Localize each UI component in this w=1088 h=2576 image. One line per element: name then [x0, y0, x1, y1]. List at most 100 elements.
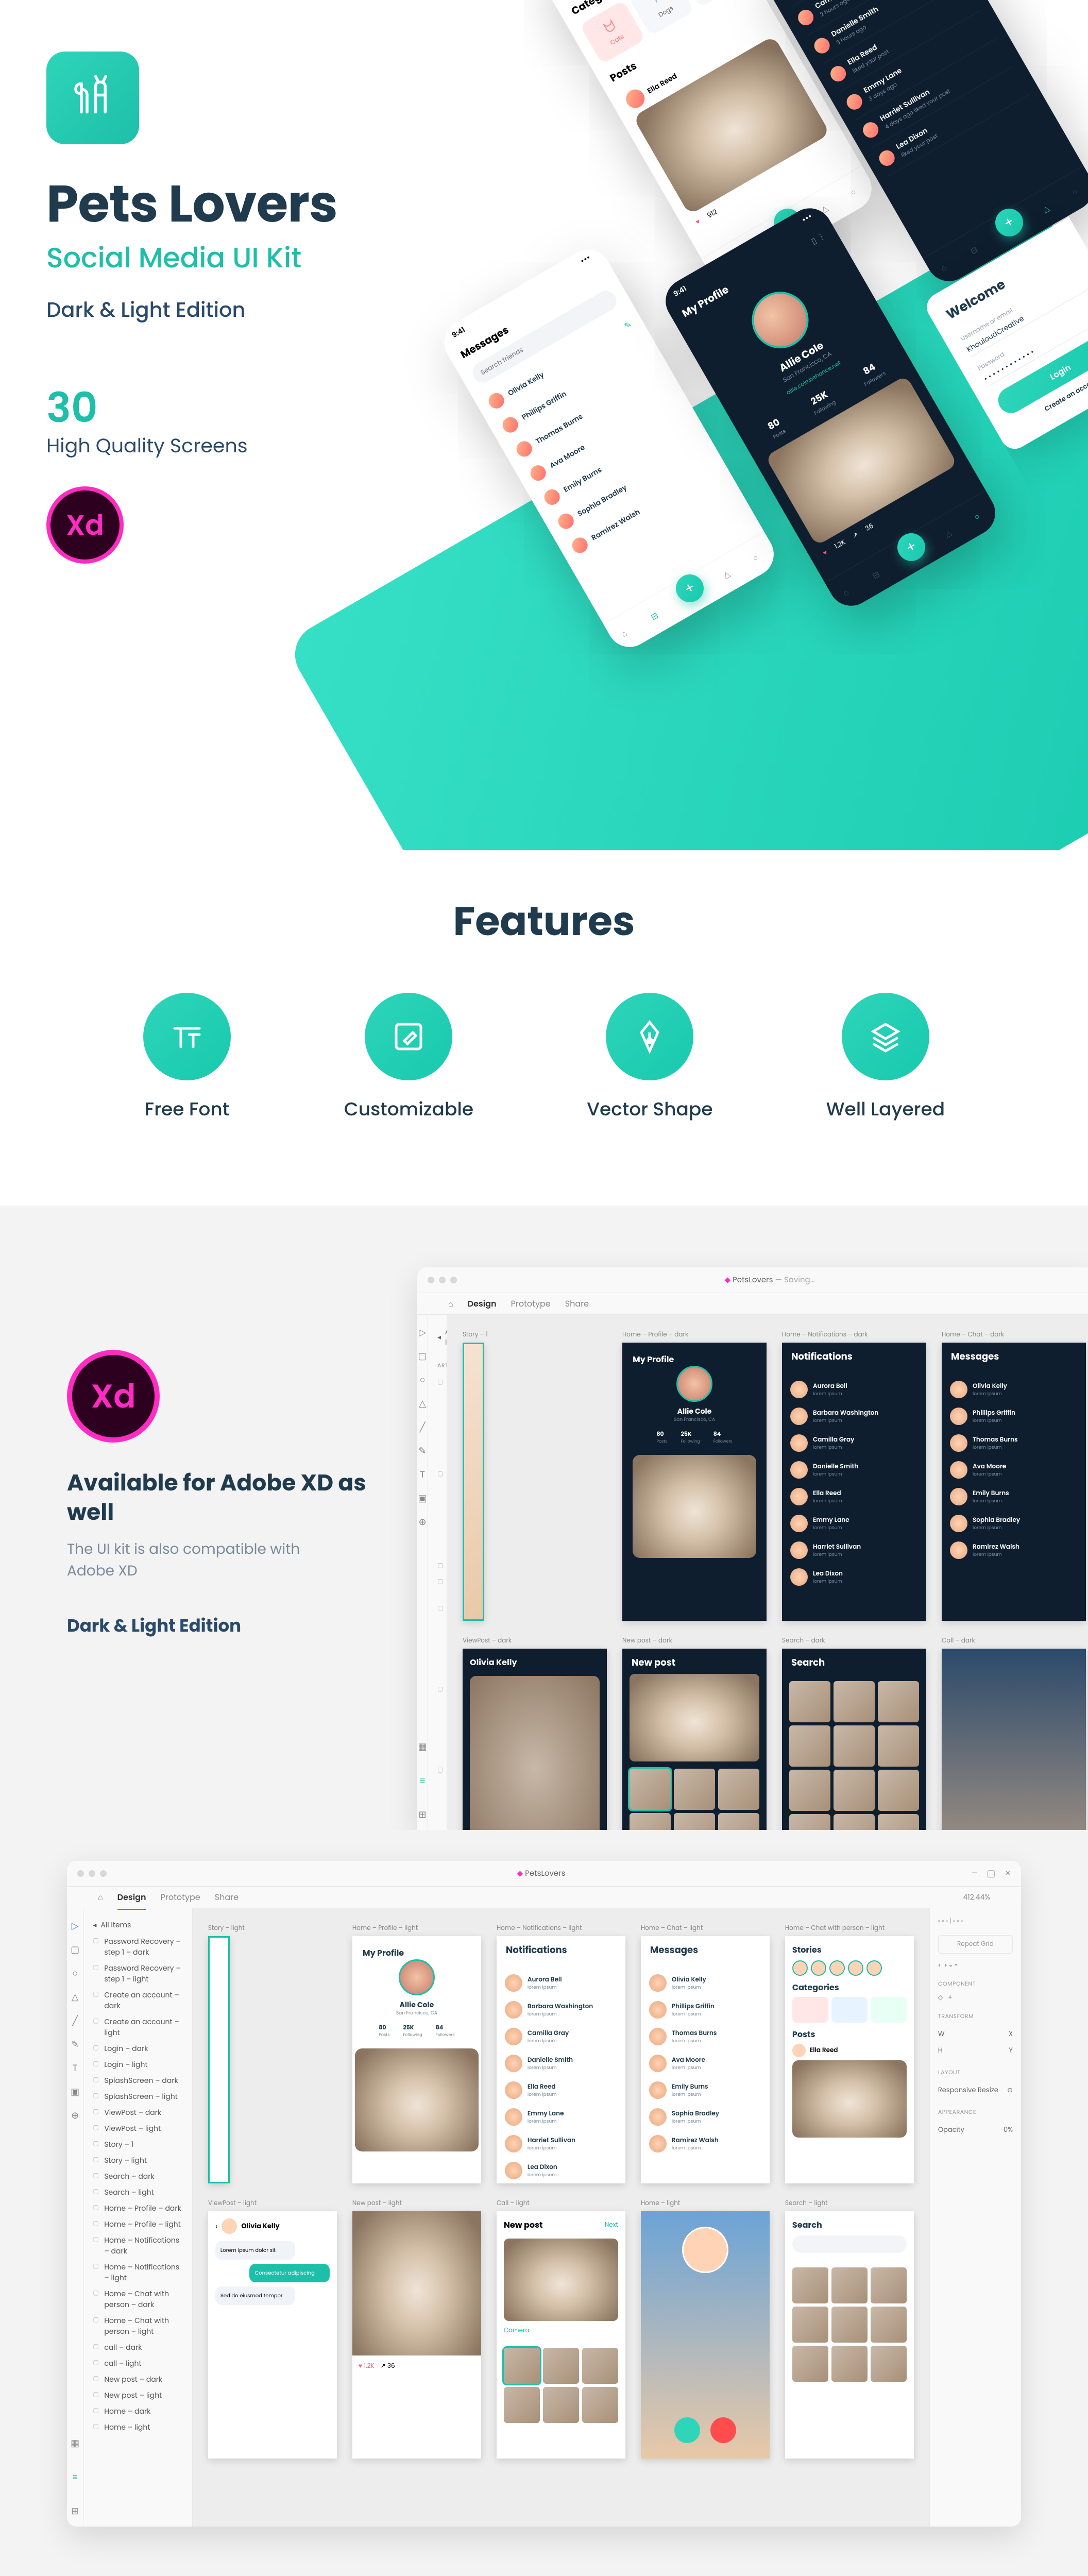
artboard-item[interactable]: Home – light: [93, 2419, 183, 2435]
traffic-light-min[interactable]: [89, 1870, 95, 1877]
artboard-item[interactable]: Pets Lovers: [437, 1574, 447, 1601]
artboard-item[interactable]: Home – Notifications – light: [93, 2259, 183, 2286]
artboard-item[interactable]: call – dark: [93, 2340, 183, 2355]
line-tool-icon[interactable]: ╱: [70, 2015, 80, 2026]
text-tool-icon[interactable]: T: [70, 2063, 80, 2073]
plugins-icon[interactable]: ⊞: [70, 2506, 80, 2516]
artboard-item[interactable]: Available for Adobe XD as well – 1: [437, 1467, 447, 1558]
artboard-notifications-dark[interactable]: NotificationsAurora Belllorem ipsumBarba…: [782, 1343, 926, 1621]
artboard-item[interactable]: New post – dark: [93, 2371, 183, 2387]
line-tool-icon[interactable]: ╱: [417, 1422, 428, 1432]
tab-prototype[interactable]: Prototype: [161, 1891, 200, 1904]
mini-contact-row[interactable]: Ramirez Walshlorem ipsum: [950, 1537, 1078, 1564]
canvas[interactable]: Story – lightHome – Profile – lightMy Pr…: [193, 1908, 929, 2527]
mini-contact-row[interactable]: Camilla Graylorem ipsum: [790, 1430, 918, 1456]
artboard-item[interactable]: Home – Chat with person – light: [93, 2313, 183, 2340]
artboard-chat-dark[interactable]: MessagesOlivia Kellylorem ipsumPhillips …: [942, 1343, 1086, 1621]
pen-tool-icon[interactable]: ✎: [417, 1446, 428, 1456]
artboard-chat-light[interactable]: MessagesOlivia Kellylorem ipsumPhillips …: [641, 1936, 770, 2183]
mini-contact-row[interactable]: Ramirez Walshlorem ipsum: [649, 2130, 761, 2157]
artboard-item[interactable]: Create an account – light: [93, 2014, 183, 2041]
fab-add[interactable]: +: [671, 569, 709, 607]
layers-icon[interactable]: ≡: [70, 2472, 80, 2482]
artboard-item[interactable]: Password Recovery – step 1 – light: [93, 1960, 183, 1987]
artboard-item[interactable]: ViewPost – dark: [93, 2105, 183, 2121]
mini-contact-row[interactable]: Barbara Washingtonlorem ipsum: [505, 1996, 617, 2023]
artboard-item[interactable]: Create an account – dark: [93, 1987, 183, 2014]
mini-contact-row[interactable]: Emmy Lanelorem ipsum: [505, 2104, 617, 2130]
artboard-viewpost-dark[interactable]: Olivia Kelly: [463, 1649, 607, 1830]
mini-contact-row[interactable]: Thomas Burnslorem ipsum: [950, 1430, 1078, 1456]
tab-design[interactable]: Design: [468, 1297, 497, 1316]
traffic-light-max[interactable]: [100, 1870, 107, 1877]
panel-filter[interactable]: All Items: [100, 1920, 131, 1930]
nav-chat-icon[interactable]: ⊟: [648, 606, 665, 623]
assets-icon[interactable]: ▦: [70, 2438, 80, 2448]
artboard-item[interactable]: New post – light: [93, 2387, 183, 2403]
zoom-tool-icon[interactable]: ⊕: [417, 1517, 428, 1527]
polygon-tool-icon[interactable]: △: [417, 1398, 428, 1409]
artboard-item[interactable]: SplashScreen – light: [93, 2089, 183, 2105]
ellipse-tool-icon[interactable]: ○: [417, 1375, 428, 1385]
artboard-item[interactable]: Home – Chat with person – dark: [93, 2286, 183, 2313]
mini-contact-row[interactable]: Aurora Belllorem ipsum: [505, 1970, 617, 1996]
artboard-item[interactable]: Password Recovery – step 1 – dark: [93, 1934, 183, 1960]
artboard-item[interactable]: Search – light: [93, 2184, 183, 2200]
text-tool-icon[interactable]: T: [417, 1469, 428, 1480]
win-max-icon[interactable]: ▢: [987, 1867, 995, 1880]
boolean-ops[interactable]: ◐ ◑ ◒ ◓: [938, 1961, 1013, 1970]
traffic-light-close[interactable]: [428, 1277, 434, 1283]
artboard-story[interactable]: [463, 1343, 484, 1621]
artboard-viewpost-light[interactable]: ♥ 1.2K↗ 36: [352, 2211, 481, 2459]
tab-prototype[interactable]: Prototype: [511, 1297, 551, 1310]
artboard-item[interactable]: Home – Profile – light: [93, 2216, 183, 2232]
tab-design[interactable]: Design: [117, 1891, 146, 1910]
mini-contact-row[interactable]: Emily Burnslorem ipsum: [649, 2077, 761, 2104]
mini-contact-row[interactable]: Thomas Burnslorem ipsum: [649, 2023, 761, 2050]
mini-contact-row[interactable]: Lea Dixonlorem ipsum: [790, 1564, 918, 1590]
pen-tool-icon[interactable]: ✎: [70, 2039, 80, 2049]
artboard-item[interactable]: Password Recovery – step 1 – dark: [437, 1763, 447, 1830]
tab-share[interactable]: Share: [215, 1891, 239, 1904]
artboard-tool-icon[interactable]: ▣: [417, 1493, 428, 1503]
mini-contact-row[interactable]: Olivia Kellylorem ipsum: [649, 1970, 761, 1996]
canvas[interactable]: Story – 1Home – Profile – darkMy Profile…: [447, 1315, 1088, 1830]
traffic-light-max[interactable]: [450, 1277, 457, 1283]
align-icons[interactable]: ▫ ▫ ▫ | ▫ ▫ ▫: [938, 1917, 1013, 1926]
artboard-item[interactable]: Home – Notifications – dark: [93, 2232, 183, 2259]
mini-contact-row[interactable]: Sophia Bradleylorem ipsum: [649, 2104, 761, 2130]
mini-contact-row[interactable]: Emily Burnslorem ipsum: [950, 1483, 1078, 1510]
artboard-item[interactable]: call – light: [93, 2355, 183, 2371]
artboard-home-light[interactable]: StoriesCategoriesPostsElla Reed: [785, 1936, 914, 2183]
mini-contact-row[interactable]: Emmy Lanelorem ipsum: [790, 1510, 918, 1537]
artboard-item[interactable]: Password Recovery – step 2 – dark: [437, 1682, 447, 1763]
win-min-icon[interactable]: –: [971, 1867, 977, 1880]
layers-icon[interactable]: ≡: [417, 1775, 428, 1786]
assets-icon[interactable]: ▦: [417, 1741, 428, 1752]
artboard-item[interactable]: Login – light: [93, 2057, 183, 2073]
mini-contact-row[interactable]: Ava Moorelorem ipsum: [950, 1456, 1078, 1483]
traffic-light-close[interactable]: [77, 1870, 84, 1877]
artboard-profile-dark[interactable]: My ProfileAllie ColeSan Francisco, CA80P…: [622, 1343, 767, 1621]
artboard-newpost-light[interactable]: New postNextCamera: [497, 2211, 625, 2459]
select-tool-icon[interactable]: ▷: [417, 1327, 428, 1337]
ellipse-tool-icon[interactable]: ○: [70, 1968, 80, 1978]
responsive-toggle[interactable]: Responsive Resize: [938, 2085, 998, 2095]
mini-contact-row[interactable]: Sophia Bradleylorem ipsum: [950, 1510, 1078, 1537]
artboard-profile-light[interactable]: My ProfileAllie ColeSan Francisco, CA80P…: [352, 1936, 481, 2183]
nav-bell-icon[interactable]: △: [721, 564, 738, 581]
mini-contact-row[interactable]: Olivia Kellylorem ipsum: [950, 1376, 1078, 1403]
artboard-call-light[interactable]: [641, 2211, 770, 2459]
polygon-tool-icon[interactable]: △: [70, 1992, 80, 2002]
artboard-item[interactable]: Story – 1: [93, 2137, 183, 2153]
mini-contact-row[interactable]: Harriet Sullivanlorem ipsum: [790, 1537, 918, 1564]
artboard-chat-person-light[interactable]: ‹Olivia KellyLorem ipsum dolor sitConsec…: [208, 2211, 337, 2459]
rect-tool-icon[interactable]: ▢: [417, 1351, 428, 1361]
artboard-item[interactable]: Search – dark: [93, 2168, 183, 2184]
artboard-notifications-light[interactable]: NotificationsAurora Belllorem ipsumBarba…: [497, 1936, 625, 2183]
nav-chat-icon[interactable]: ⊟: [870, 565, 887, 582]
repeat-grid-button[interactable]: Repeat Grid: [938, 1935, 1013, 1954]
artboard-item[interactable]: ViewPost – light: [93, 2121, 183, 2137]
artboard-item[interactable]: Features: [437, 1558, 447, 1574]
artboard-search-dark[interactable]: Search: [782, 1649, 926, 1830]
